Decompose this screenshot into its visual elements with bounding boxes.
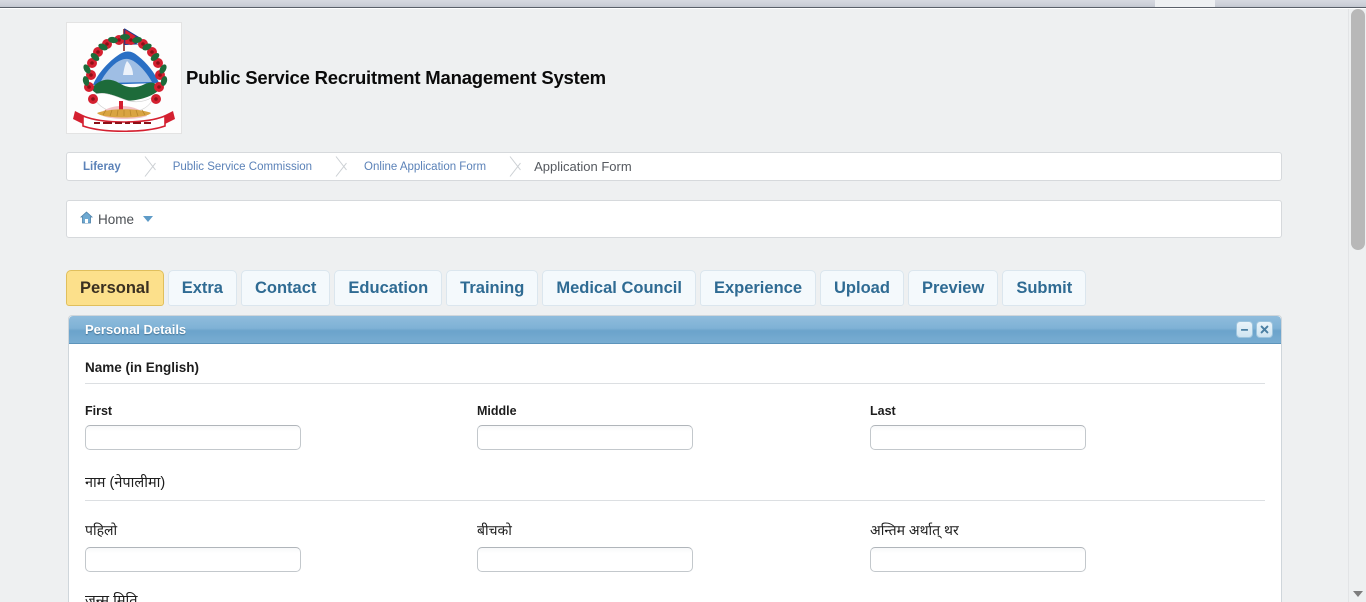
section-label-date-of-birth: जन्म मिति: [85, 593, 138, 602]
first-name-input[interactable]: [85, 425, 301, 450]
field-label-middle: Middle: [477, 404, 517, 418]
nav-item-home-label: Home: [98, 211, 135, 227]
field-label-last: Last: [870, 404, 896, 418]
minimize-icon: [1239, 324, 1250, 335]
breadcrumb-separator-icon: [508, 153, 524, 180]
name-nepali-row: पहिलो बीचको अन्तिम अर्थात् थर: [85, 521, 1265, 572]
section-label-name-nepali: नाम (नेपालीमा): [85, 475, 166, 491]
personal-details-panel: Personal Details Name (in English) First…: [68, 315, 1282, 602]
breadcrumb-item-liferay[interactable]: Liferay: [67, 153, 143, 180]
page-canvas: Public Service Recruitment Management Sy…: [0, 9, 1348, 602]
divider: [85, 383, 1265, 384]
name-english-row: First Middle Last: [85, 404, 1265, 450]
close-button[interactable]: [1256, 321, 1273, 338]
nav-item-home[interactable]: Home: [79, 211, 154, 227]
breadcrumb-separator-icon: [334, 153, 350, 180]
form-section-tabs: Personal Extra Contact Education Trainin…: [66, 270, 1087, 306]
middle-name-nepali-input[interactable]: [477, 547, 693, 572]
tab-education[interactable]: Education: [334, 270, 443, 306]
field-label-antim-thar: अन्तिम अर्थात् थर: [870, 522, 959, 538]
panel-window-controls: [1236, 321, 1273, 338]
tab-training[interactable]: Training: [446, 270, 539, 306]
scroll-down-arrow-icon[interactable]: [1353, 591, 1363, 597]
field-middle-name-nepali: बीचको: [477, 521, 870, 572]
personal-details-form: Name (in English) First Middle Last नाम …: [69, 344, 1281, 602]
breadcrumb-item-application-form: Application Form: [534, 159, 632, 174]
divider: [85, 500, 1265, 501]
field-last-name: Last: [870, 404, 1263, 450]
field-last-name-nepali: अन्तिम अर्थात् थर: [870, 521, 1263, 572]
first-name-nepali-input[interactable]: [85, 547, 301, 572]
field-first-name: First: [85, 404, 477, 450]
last-name-nepali-input[interactable]: [870, 547, 1086, 572]
last-name-input[interactable]: [870, 425, 1086, 450]
field-middle-name: Middle: [477, 404, 870, 450]
field-label-pahilo: पहिलो: [85, 522, 118, 538]
breadcrumb-item-online-application-form[interactable]: Online Application Form: [350, 153, 508, 180]
chevron-down-icon[interactable]: [143, 216, 154, 222]
panel-header: Personal Details: [69, 316, 1281, 344]
breadcrumb-separator-icon: [143, 153, 159, 180]
close-icon: [1259, 324, 1270, 335]
tab-experience[interactable]: Experience: [699, 270, 817, 306]
site-navigation-bar: Home: [66, 200, 1282, 238]
field-label-first: First: [85, 404, 113, 418]
middle-name-input[interactable]: [477, 425, 693, 450]
tab-submit[interactable]: Submit: [1002, 270, 1087, 306]
breadcrumb: Liferay Public Service Commission Online…: [66, 152, 1282, 181]
tab-preview[interactable]: Preview: [907, 270, 999, 306]
tab-upload[interactable]: Upload: [820, 270, 904, 306]
site-header: Public Service Recruitment Management Sy…: [66, 22, 1266, 134]
home-icon: [79, 211, 94, 227]
panel-title: Personal Details: [85, 322, 187, 337]
tab-contact[interactable]: Contact: [240, 270, 331, 306]
minimize-button[interactable]: [1236, 321, 1253, 338]
browser-tab[interactable]: [1155, 0, 1215, 7]
page-title: Public Service Recruitment Management Sy…: [186, 67, 606, 88]
field-label-bichko: बीचको: [477, 522, 512, 538]
section-label-name-english: Name (in English): [85, 360, 200, 375]
field-first-name-nepali: पहिलो: [85, 521, 477, 572]
page-scrollbar[interactable]: [1348, 9, 1366, 602]
breadcrumb-item-public-service-commission[interactable]: Public Service Commission: [159, 153, 334, 180]
nepal-coat-of-arms-icon: [66, 22, 182, 134]
browser-chrome-strip: [0, 0, 1366, 8]
tab-medical-council[interactable]: Medical Council: [542, 270, 696, 306]
tab-extra[interactable]: Extra: [167, 270, 237, 306]
scrollbar-thumb[interactable]: [1351, 9, 1365, 250]
tab-personal[interactable]: Personal: [66, 270, 164, 306]
